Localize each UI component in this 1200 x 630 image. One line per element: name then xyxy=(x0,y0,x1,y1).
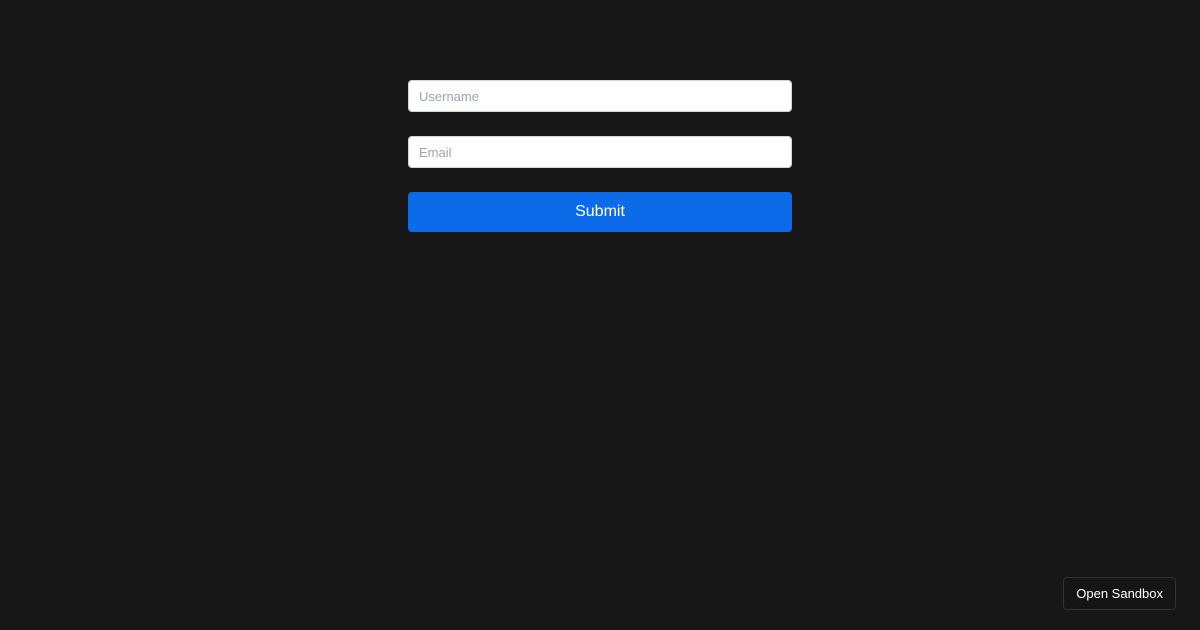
email-input[interactable] xyxy=(408,136,792,168)
username-input[interactable] xyxy=(408,80,792,112)
open-sandbox-button[interactable]: Open Sandbox xyxy=(1063,577,1176,610)
form-container: Submit xyxy=(408,0,792,232)
submit-button[interactable]: Submit xyxy=(408,192,792,232)
